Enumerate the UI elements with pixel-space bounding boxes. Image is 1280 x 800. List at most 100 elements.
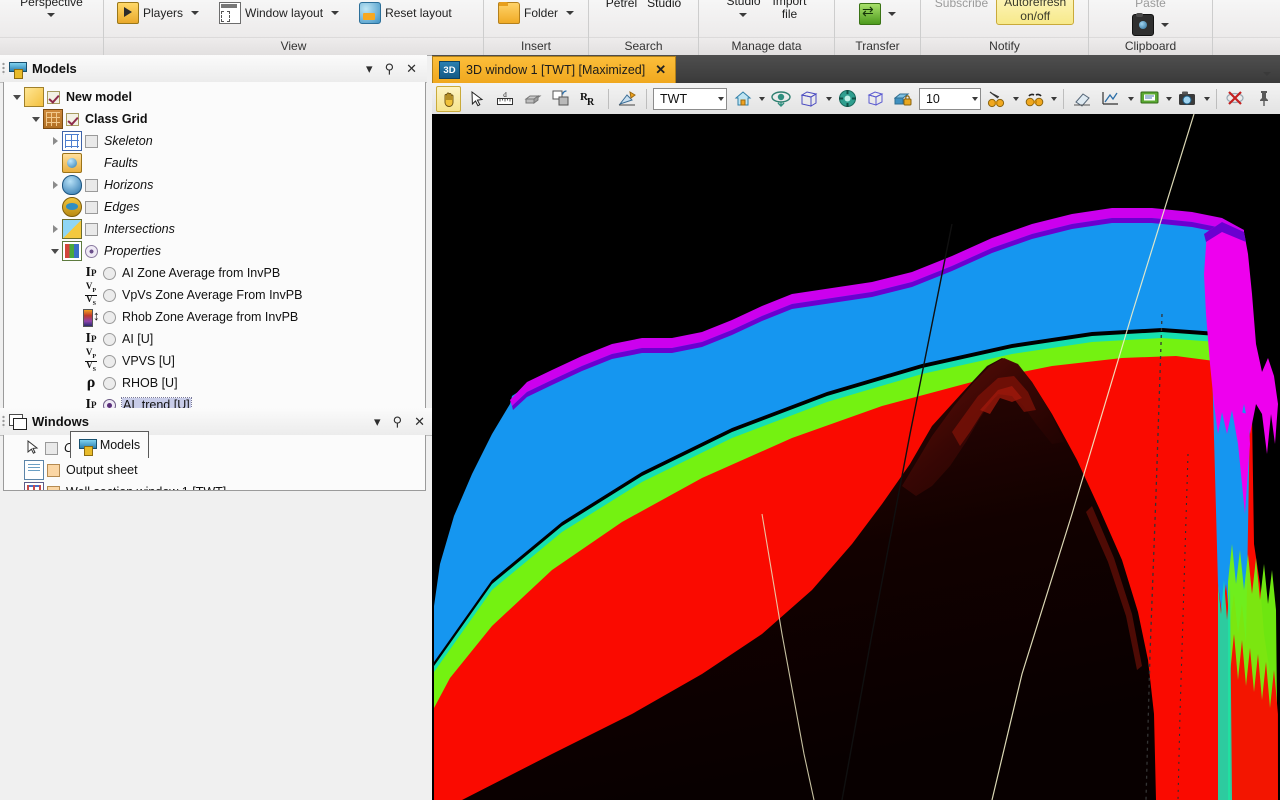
windows-panel-pin-button[interactable]: ⚲ [393,415,403,428]
insert-folder-button[interactable]: Folder [495,0,577,26]
checkbox-orange[interactable] [47,485,60,490]
chevron-down-icon[interactable] [739,13,748,17]
snapshot-button[interactable] [1175,86,1200,112]
domain-combo[interactable]: TWT [653,87,728,110]
slice-tool-button[interactable] [520,86,545,112]
clear-view-button[interactable] [1223,86,1248,112]
pin-toolbar-button[interactable] [1251,86,1276,112]
chevron-down-icon[interactable] [1203,96,1210,101]
chevron-down-icon[interactable] [759,96,766,101]
tree-row[interactable]: Horizons [4,174,425,196]
models-panel-menu-button[interactable]: ▾ [366,62,373,75]
checkbox-checked[interactable] [47,90,60,104]
tree-row[interactable]: Properties [4,240,425,262]
radio-button[interactable] [103,288,116,302]
collapse-arrow-icon[interactable] [29,108,43,130]
chevron-down-icon[interactable] [191,10,200,15]
chevron-down-icon[interactable] [331,10,340,15]
vertical-scale-combo[interactable]: 10 [918,87,981,110]
radio-button[interactable] [103,310,116,324]
tree-row[interactable]: Faults [4,152,425,174]
comment-button[interactable] [1137,86,1162,112]
view-direction-button[interactable] [768,86,793,112]
projection-tool-button[interactable] [615,86,640,112]
windows-panel-close-button[interactable]: ✕ [414,415,425,428]
tree-row[interactable]: Skeleton [4,130,425,152]
properties-selector[interactable] [85,244,98,258]
chevron-down-icon[interactable] [1161,22,1169,27]
chevron-down-icon[interactable] [1013,96,1020,101]
checkbox[interactable] [85,178,98,192]
chevron-down-icon[interactable] [566,10,574,15]
chevron-down-icon[interactable] [718,96,725,101]
tree-row[interactable]: VP VS VpVs Zone Average From InvPB [4,281,425,306]
measure-distance-tool-button[interactable]: d [492,86,517,112]
checkbox[interactable] [85,222,98,236]
players-button[interactable]: Players [114,0,202,26]
radio-button[interactable] [103,332,116,346]
lock-view-button[interactable] [891,86,916,112]
chevron-down-icon[interactable] [971,96,978,101]
expand-arrow-icon[interactable] [48,130,62,152]
bounding-box-button[interactable] [796,86,821,112]
radio-button[interactable] [103,266,116,280]
eraser-button[interactable] [1070,86,1095,112]
view-cube-button[interactable] [863,86,888,112]
perspective-button[interactable]: Perspective [20,0,83,17]
snapshot-clipboard-button[interactable] [1129,12,1172,38]
chevron-down-icon[interactable] [47,13,56,17]
tree-row[interactable]: Well section window 1 [TWT] [4,481,425,490]
tab-models[interactable]: Models [69,431,150,458]
home-view-button[interactable] [730,86,755,112]
checkbox[interactable] [85,134,98,148]
transfer-button[interactable] [856,1,899,27]
radio-button[interactable] [103,376,116,390]
graph-button[interactable] [1098,86,1123,112]
close-icon[interactable]: ✕ [655,62,666,78]
tree-row[interactable]: ρ RHOB [U] [4,372,425,394]
stereo-view-button[interactable] [984,86,1009,112]
import-file-button[interactable]: Import file [773,0,807,21]
models-panel-close-button[interactable]: ✕ [406,62,417,75]
chevron-down-icon[interactable] [1263,72,1271,76]
chevron-down-icon[interactable] [1051,96,1058,101]
compass-button[interactable] [835,86,860,112]
checkbox[interactable] [45,441,58,455]
tree-row[interactable]: Class Grid [4,108,425,130]
rr-tool-button[interactable]: RR [577,86,602,112]
expand-arrow-icon[interactable] [48,174,62,196]
document-tab-3d-window[interactable]: 3D 3D window 1 [TWT] [Maximized] ✕ [432,56,677,83]
models-panel-pin-button[interactable]: ⚲ [385,62,395,75]
copy-view-tool-button[interactable] [549,86,574,112]
tree-row[interactable]: New model [4,86,425,108]
tree-row[interactable]: Rhob Zone Average from InvPB [4,306,425,328]
tree-row[interactable]: I P AI Zone Average from InvPB [4,262,425,284]
windows-tree-container[interactable]: Cursor tracking Output sheet Well section … [3,435,426,491]
checkbox[interactable] [85,200,98,214]
expand-arrow-icon[interactable] [48,218,62,240]
window-layout-button[interactable]: Window layout [216,0,342,26]
tree-row[interactable]: VP VS VPVS [U] [4,347,425,372]
pan-hand-tool-button[interactable] [436,85,462,112]
checkbox-orange[interactable] [47,463,60,477]
tree-row[interactable]: Output sheet [4,459,425,481]
studio-manage-button[interactable]: Studio [726,0,761,17]
windows-panel-menu-button[interactable]: ▾ [374,415,381,428]
chevron-down-icon[interactable] [888,11,896,16]
3d-viewport[interactable] [432,114,1280,800]
panel-drag-grip[interactable] [2,62,5,75]
autorefresh-toggle-button[interactable]: Autorefresh on/off [996,0,1075,25]
checkbox-checked[interactable] [66,112,79,126]
collapse-arrow-icon[interactable] [48,240,62,262]
collapse-arrow-icon[interactable] [10,86,24,108]
reset-layout-button[interactable]: Reset layout [356,0,455,26]
tree-row[interactable]: Intersections [4,218,425,240]
chevron-down-icon[interactable] [825,96,832,101]
select-arrow-tool-button[interactable] [464,86,489,112]
binoculars-button[interactable] [1022,86,1047,112]
tree-row[interactable]: Edges [4,196,425,218]
panel-drag-grip[interactable] [2,415,5,428]
tree-row[interactable]: Cursor tracking [4,437,425,459]
chevron-down-icon[interactable] [1127,96,1134,101]
models-tree-container[interactable]: New model Class Grid Skeleton Faults Horizon… [3,82,426,429]
